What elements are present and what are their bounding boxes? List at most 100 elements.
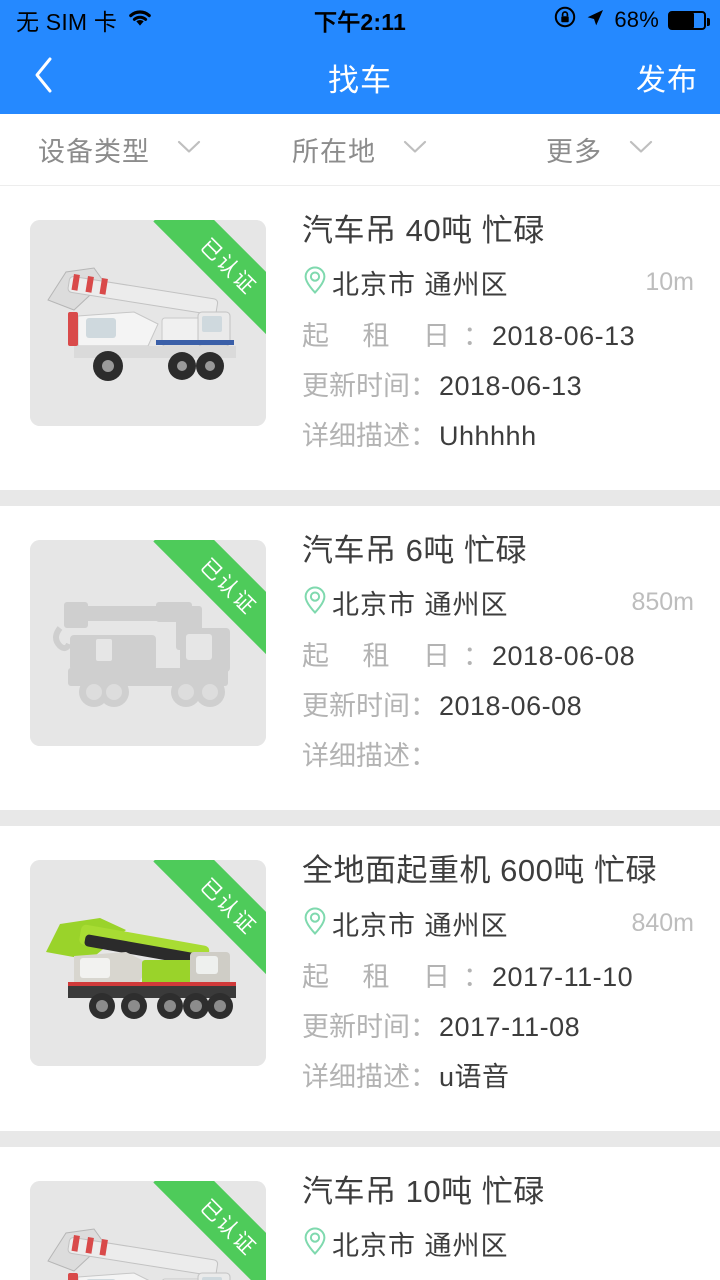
update-time-colon: ： bbox=[410, 371, 437, 402]
rent-date-value: 2017-11-10 bbox=[492, 961, 634, 992]
listing-info: 汽车吊 40吨 忙碌 北京市 通州区 10m 起 租 日 ： 2018-06-1… bbox=[266, 210, 700, 464]
listing-description-row: 详细描述 ： bbox=[302, 734, 700, 773]
listing-location-row: 北京市 通州区 840m bbox=[302, 904, 700, 943]
listing-card-2[interactable]: 已认证 汽车吊 6吨 忙碌 北京市 通州区 850m 起 租 日 ： 2018-… bbox=[0, 506, 720, 811]
description-colon: ： bbox=[410, 1061, 437, 1092]
status-bar: 无 SIM 卡 下午2:11 68% bbox=[0, 0, 720, 40]
rent-date-label: 起 租 日 bbox=[302, 961, 464, 992]
listing-rent-date-row: 起 租 日 ： 2017-11-10 bbox=[302, 955, 700, 994]
listing-separator bbox=[0, 490, 720, 507]
listing-description-row: 详细描述 ： u语音 bbox=[302, 1055, 700, 1094]
listing-info: 汽车吊 10吨 忙碌 北京市 通州区 起 租 日 ： 更新时间 ： bbox=[266, 1171, 700, 1280]
listing-title: 全地面起重机 600吨 忙碌 bbox=[302, 853, 657, 889]
filter-equipment-type-label: 设备类型 bbox=[38, 137, 150, 167]
location-arrow-icon bbox=[585, 7, 605, 34]
map-pin-icon bbox=[302, 1226, 328, 1261]
filter-more[interactable]: 更多 bbox=[480, 114, 720, 185]
listing-distance: 840m bbox=[631, 908, 694, 937]
listing-thumbnail[interactable]: 已认证 bbox=[30, 540, 266, 747]
description-colon: ： bbox=[410, 421, 437, 452]
filter-more-label: 更多 bbox=[546, 137, 602, 167]
filter-equipment-type[interactable]: 设备类型 bbox=[0, 114, 240, 185]
update-time-label: 更新时间 bbox=[302, 371, 410, 402]
listing-thumbnail[interactable]: 已认证 bbox=[30, 220, 266, 426]
update-time-colon: ： bbox=[410, 1011, 437, 1042]
find-vehicle-screen: 无 SIM 卡 下午2:11 68% 找车 发布 设备类型 所在地 更多 已认证… bbox=[0, 0, 720, 1280]
update-time-label: 更新时间 bbox=[302, 691, 410, 722]
listing-rent-date-row: 起 租 日 ： bbox=[302, 1275, 700, 1280]
rent-date-value: 2018-06-08 bbox=[492, 641, 636, 672]
listing-location: 北京市 通州区 bbox=[332, 270, 509, 301]
listing-rent-date-row: 起 租 日 ： 2018-06-08 bbox=[302, 634, 700, 673]
map-pin-icon bbox=[302, 585, 328, 620]
update-time-colon: ： bbox=[410, 691, 437, 722]
nav-bar: 找车 发布 bbox=[0, 40, 720, 114]
description-label: 详细描述 bbox=[302, 421, 410, 452]
certified-ribbon: 已认证 bbox=[148, 860, 266, 979]
update-time-value: 2017-11-08 bbox=[439, 1011, 581, 1042]
map-pin-icon bbox=[302, 906, 328, 941]
certified-ribbon-label: 已认证 bbox=[153, 220, 266, 338]
certified-ribbon: 已认证 bbox=[148, 220, 266, 338]
battery-icon bbox=[668, 10, 710, 30]
listing-update-time-row: 更新时间 ： 2017-11-08 bbox=[302, 1005, 700, 1044]
chevron-down-icon bbox=[628, 139, 654, 160]
certified-ribbon: 已认证 bbox=[148, 1180, 266, 1280]
publish-button[interactable]: 发布 bbox=[636, 55, 698, 99]
certified-ribbon-label: 已认证 bbox=[153, 1180, 266, 1280]
update-time-value: 2018-06-08 bbox=[439, 691, 583, 722]
listing-card-3[interactable]: 已认证 全地面起重机 600吨 忙碌 北京市 通州区 840m 起 租 日 ： … bbox=[0, 826, 720, 1131]
rent-date-colon: ： bbox=[463, 1275, 492, 1280]
listing-title: 汽车吊 6吨 忙碌 bbox=[302, 533, 527, 569]
rent-date-label: 起 租 日 bbox=[302, 1275, 463, 1280]
update-time-label: 更新时间 bbox=[302, 1011, 410, 1042]
listing-title: 汽车吊 40吨 忙碌 bbox=[302, 213, 545, 248]
rotation-lock-icon bbox=[554, 6, 576, 34]
update-time-value: 2018-06-13 bbox=[439, 371, 583, 402]
listing-rent-date-row: 起 租 日 ： 2018-06-13 bbox=[302, 314, 700, 353]
rent-date-value: 2018-06-13 bbox=[492, 321, 636, 352]
map-pin-icon bbox=[302, 265, 328, 300]
battery-percent-label: 68% bbox=[614, 7, 659, 32]
listing-location-row: 北京市 通州区 bbox=[302, 1224, 700, 1263]
listing-location-row: 北京市 通州区 10m bbox=[302, 263, 700, 302]
certified-ribbon-label: 已认证 bbox=[153, 860, 266, 979]
chevron-down-icon bbox=[402, 139, 428, 160]
listing-update-time-row: 更新时间 ： 2018-06-08 bbox=[302, 684, 700, 723]
listing-card-4[interactable]: 已认证 汽车吊 10吨 忙碌 北京市 通州区 起 租 日 ： bbox=[0, 1146, 720, 1280]
listing-info: 全地面起重机 600吨 忙碌 北京市 通州区 840m 起 租 日 ： 2017… bbox=[266, 850, 700, 1104]
listing-distance: 10m bbox=[645, 268, 694, 297]
rent-date-label: 起 租 日 bbox=[302, 641, 464, 672]
certified-ribbon: 已认证 bbox=[148, 540, 266, 659]
listing-description-row: 详细描述 ： Uhhhhh bbox=[302, 414, 700, 453]
listing-card-1[interactable]: 已认证 汽车吊 40吨 忙碌 北京市 通州区 10m 起 租 日 ： 2018-… bbox=[0, 186, 720, 491]
listing-location-row: 北京市 通州区 850m bbox=[302, 583, 700, 622]
listing-location: 北京市 通州区 bbox=[332, 910, 509, 941]
listing-thumbnail[interactable]: 已认证 bbox=[30, 860, 266, 1067]
listing-separator bbox=[0, 810, 720, 827]
filter-bar: 设备类型 所在地 更多 bbox=[0, 114, 720, 186]
rent-date-colon: ： bbox=[463, 641, 491, 672]
listing-update-time-row: 更新时间 ： 2018-06-13 bbox=[302, 364, 700, 403]
rent-date-label: 起 租 日 bbox=[302, 321, 464, 352]
page-title: 找车 bbox=[328, 62, 392, 98]
filter-location[interactable]: 所在地 bbox=[240, 114, 480, 185]
rent-date-colon: ： bbox=[463, 321, 491, 352]
description-label: 详细描述 bbox=[302, 1061, 410, 1092]
listing-title: 汽车吊 10吨 忙碌 bbox=[302, 1173, 545, 1209]
rent-date-colon: ： bbox=[463, 961, 491, 992]
filter-location-label: 所在地 bbox=[292, 137, 376, 167]
description-value: Uhhhhh bbox=[439, 421, 537, 452]
listing-distance: 850m bbox=[631, 588, 694, 617]
listing-separator bbox=[0, 1130, 720, 1147]
description-colon: ： bbox=[410, 741, 437, 772]
description-label: 详细描述 bbox=[302, 741, 410, 772]
listing-info: 汽车吊 6吨 忙碌 北京市 通州区 850m 起 租 日 ： 2018-06-0… bbox=[266, 530, 700, 784]
chevron-down-icon bbox=[176, 139, 202, 160]
listing-thumbnail[interactable]: 已认证 bbox=[30, 1180, 266, 1280]
certified-ribbon-label: 已认证 bbox=[153, 540, 266, 659]
listing-location: 北京市 通州区 bbox=[332, 590, 509, 621]
description-value: u语音 bbox=[439, 1061, 510, 1092]
listing-location: 北京市 通州区 bbox=[332, 1230, 509, 1261]
status-bar-right: 68% bbox=[554, 6, 710, 34]
